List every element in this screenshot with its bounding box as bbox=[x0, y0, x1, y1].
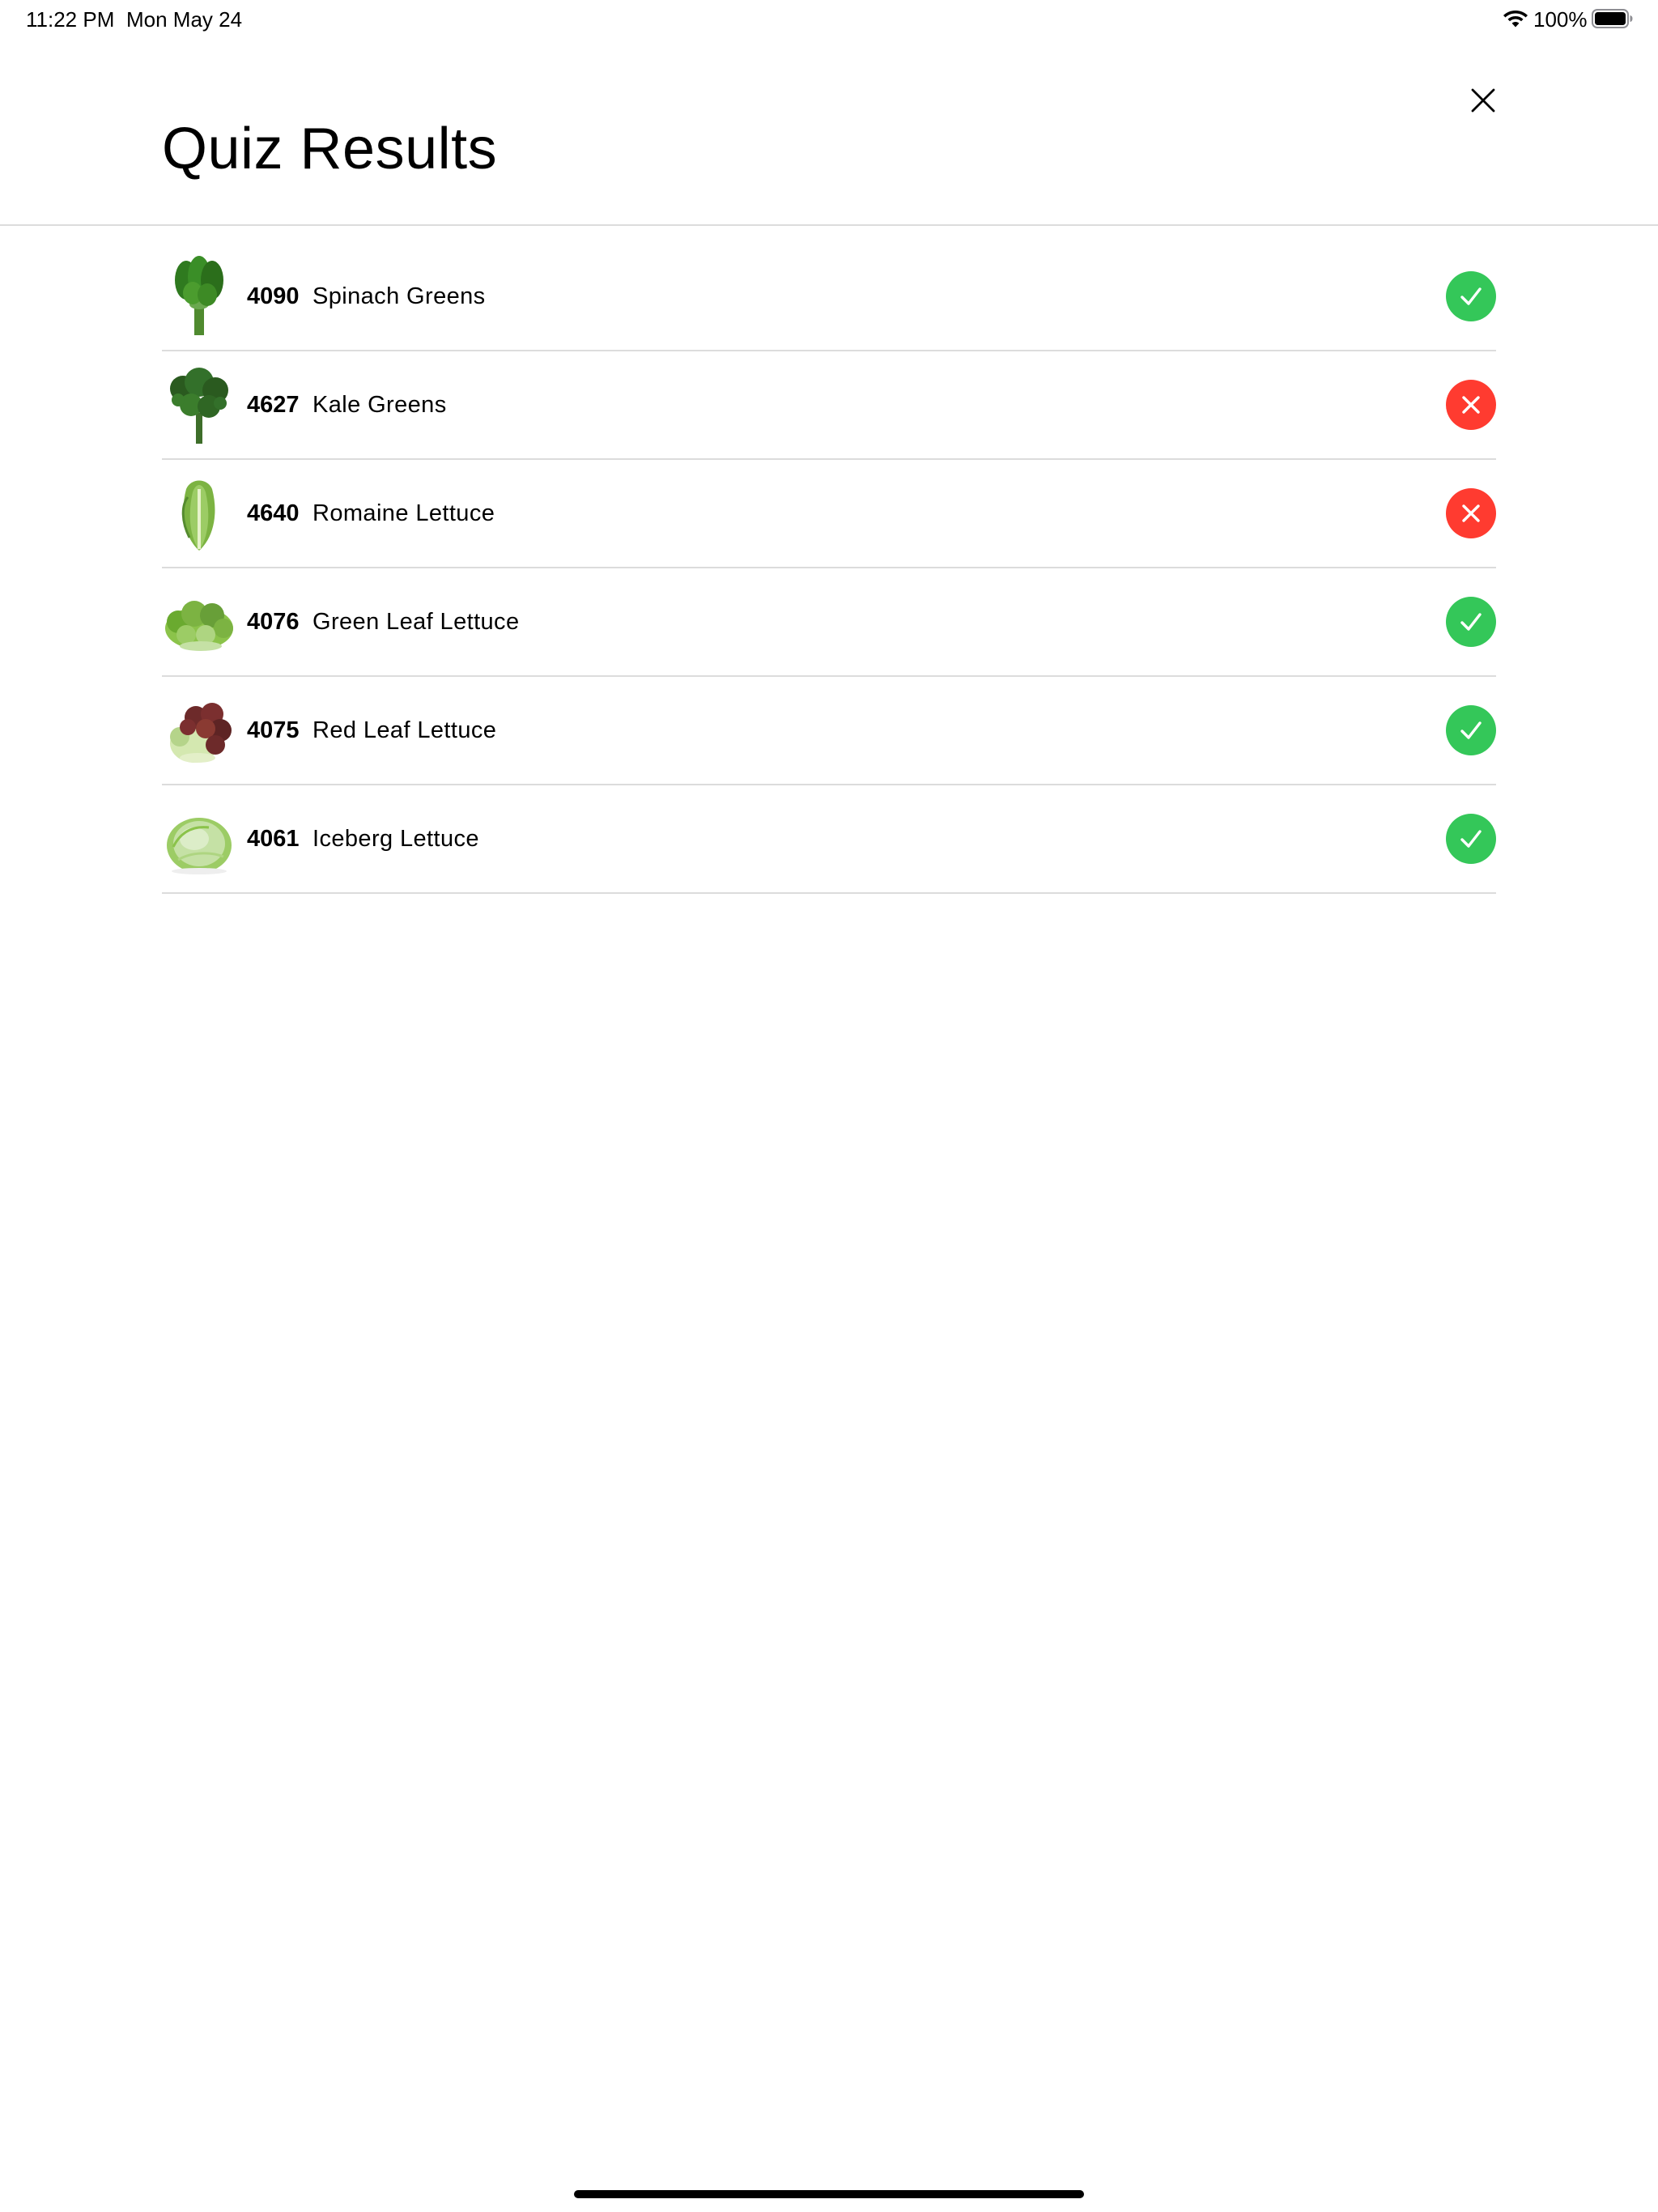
plu-code: 4640 bbox=[247, 500, 300, 526]
close-icon bbox=[1471, 88, 1495, 113]
kale-image bbox=[170, 368, 228, 444]
produce-name: Red Leaf Lettuce bbox=[312, 717, 497, 743]
page-title: Quiz Results bbox=[162, 117, 498, 181]
status-date: Mon May 24 bbox=[126, 7, 243, 32]
plu-code: 4075 bbox=[247, 717, 300, 743]
battery-icon bbox=[1592, 9, 1633, 28]
status-bar: 11:22 PM Mon May 24 100% bbox=[0, 0, 1658, 39]
battery-percentage: 100% bbox=[1533, 7, 1588, 32]
red-leaf-image bbox=[170, 703, 232, 763]
x-icon bbox=[1446, 380, 1496, 430]
result-row[interactable]: 4640 Romaine Lettuce bbox=[162, 460, 1496, 568]
status-time: 11:22 PM bbox=[26, 7, 115, 32]
close-button[interactable] bbox=[1464, 81, 1503, 120]
result-row[interactable]: 4627 Kale Greens bbox=[162, 351, 1496, 460]
green-leaf-image bbox=[165, 601, 233, 651]
iceberg-image bbox=[167, 818, 232, 874]
results-list: 4090 Spinach Greens 4627 Kale Greens 464… bbox=[162, 243, 1496, 894]
check-icon bbox=[1446, 271, 1496, 321]
header-divider bbox=[0, 224, 1658, 226]
result-row[interactable]: 4061 Iceberg Lettuce bbox=[162, 785, 1496, 894]
result-row[interactable]: 4090 Spinach Greens bbox=[162, 243, 1496, 351]
produce-name: Iceberg Lettuce bbox=[312, 826, 479, 852]
produce-name: Green Leaf Lettuce bbox=[312, 609, 520, 635]
x-icon bbox=[1446, 488, 1496, 538]
produce-name: Kale Greens bbox=[312, 392, 447, 418]
home-indicator[interactable] bbox=[574, 2190, 1084, 2198]
result-row[interactable]: 4076 Green Leaf Lettuce bbox=[162, 568, 1496, 677]
produce-name: Spinach Greens bbox=[312, 283, 486, 309]
plu-code: 4627 bbox=[247, 392, 300, 418]
wifi-icon bbox=[1503, 11, 1528, 28]
romaine-image bbox=[181, 480, 215, 551]
check-icon bbox=[1446, 597, 1496, 647]
plu-code: 4076 bbox=[247, 609, 300, 635]
plu-code: 4061 bbox=[247, 826, 300, 852]
result-row[interactable]: 4075 Red Leaf Lettuce bbox=[162, 677, 1496, 785]
check-icon bbox=[1446, 705, 1496, 755]
plu-code: 4090 bbox=[247, 283, 300, 309]
produce-name: Romaine Lettuce bbox=[312, 500, 495, 526]
check-icon bbox=[1446, 814, 1496, 864]
spinach-image bbox=[175, 256, 223, 335]
